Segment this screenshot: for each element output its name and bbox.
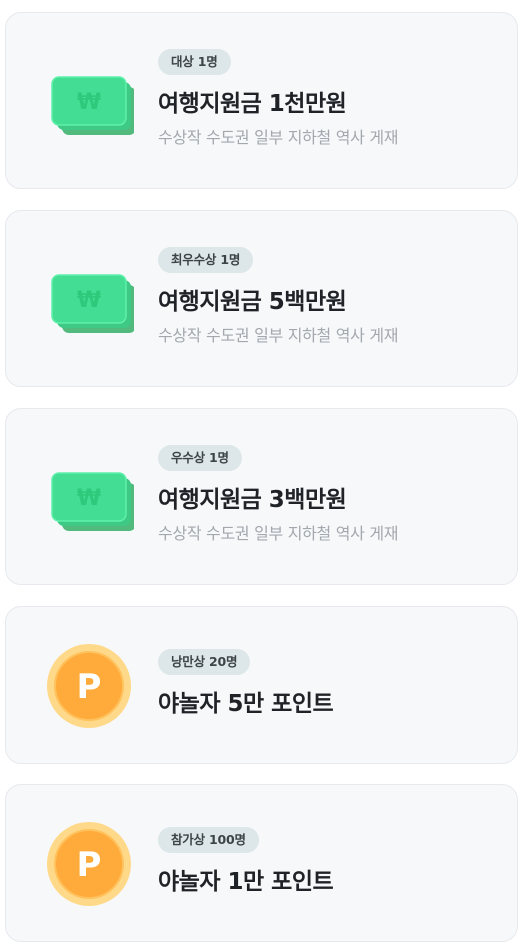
prize-badge: 참가상 100명 bbox=[158, 827, 259, 853]
won-symbol: ₩ bbox=[77, 90, 101, 115]
prize-title: 여행지원금 1천만원 bbox=[158, 91, 347, 117]
prize-content: 대상 1명 여행지원금 1천만원 수상작 수도권 일부 지하철 역사 게재 bbox=[158, 49, 501, 149]
prize-description: 수상작 수도권 일부 지하철 역사 게재 bbox=[158, 128, 399, 147]
cash-bundle-icon: ₩ bbox=[51, 274, 134, 333]
prize-title: 야놀자 1만 포인트 bbox=[158, 869, 334, 895]
prize-content: 우수상 1명 여행지원금 3백만원 수상작 수도권 일부 지하철 역사 게재 bbox=[158, 445, 501, 545]
won-symbol: ₩ bbox=[77, 486, 101, 511]
prize-card-grand: ₩ 대상 1명 여행지원금 1천만원 수상작 수도권 일부 지하철 역사 게재 bbox=[5, 12, 518, 189]
prize-description: 수상작 수도권 일부 지하철 역사 게재 bbox=[158, 326, 399, 345]
cash-bundle-icon: ₩ bbox=[51, 472, 134, 531]
prize-content: 낭만상 20명 야놀자 5만 포인트 bbox=[158, 649, 501, 719]
prize-description: 수상작 수도권 일부 지하철 역사 게재 bbox=[158, 524, 399, 543]
coin-letter: P bbox=[77, 667, 102, 707]
prize-content: 최우수상 1명 여행지원금 5백만원 수상작 수도권 일부 지하철 역사 게재 bbox=[158, 247, 501, 347]
cash-bundle-icon: ₩ bbox=[51, 76, 134, 135]
prize-badge: 최우수상 1명 bbox=[158, 247, 254, 273]
point-coin-icon: P bbox=[47, 822, 131, 906]
prize-card-participation: P 참가상 100명 야놀자 1만 포인트 bbox=[5, 784, 518, 942]
prize-badge: 우수상 1명 bbox=[158, 445, 242, 471]
point-coin-icon: P bbox=[47, 644, 131, 728]
won-symbol: ₩ bbox=[77, 288, 101, 313]
prize-title: 여행지원금 3백만원 bbox=[158, 487, 347, 513]
prize-card-excellence: ₩ 최우수상 1명 여행지원금 5백만원 수상작 수도권 일부 지하철 역사 게… bbox=[5, 210, 518, 387]
prize-card-merit: ₩ 우수상 1명 여행지원금 3백만원 수상작 수도권 일부 지하철 역사 게재 bbox=[5, 408, 518, 585]
coin-letter: P bbox=[77, 845, 102, 885]
prize-card-romance: P 낭만상 20명 야놀자 5만 포인트 bbox=[5, 606, 518, 764]
prize-title: 야놀자 5만 포인트 bbox=[158, 691, 334, 717]
prize-content: 참가상 100명 야놀자 1만 포인트 bbox=[158, 827, 501, 897]
prize-list: ₩ 대상 1명 여행지원금 1천만원 수상작 수도권 일부 지하철 역사 게재 … bbox=[0, 0, 526, 950]
prize-badge: 낭만상 20명 bbox=[158, 649, 251, 675]
prize-title: 여행지원금 5백만원 bbox=[158, 289, 347, 315]
prize-badge: 대상 1명 bbox=[158, 49, 231, 75]
